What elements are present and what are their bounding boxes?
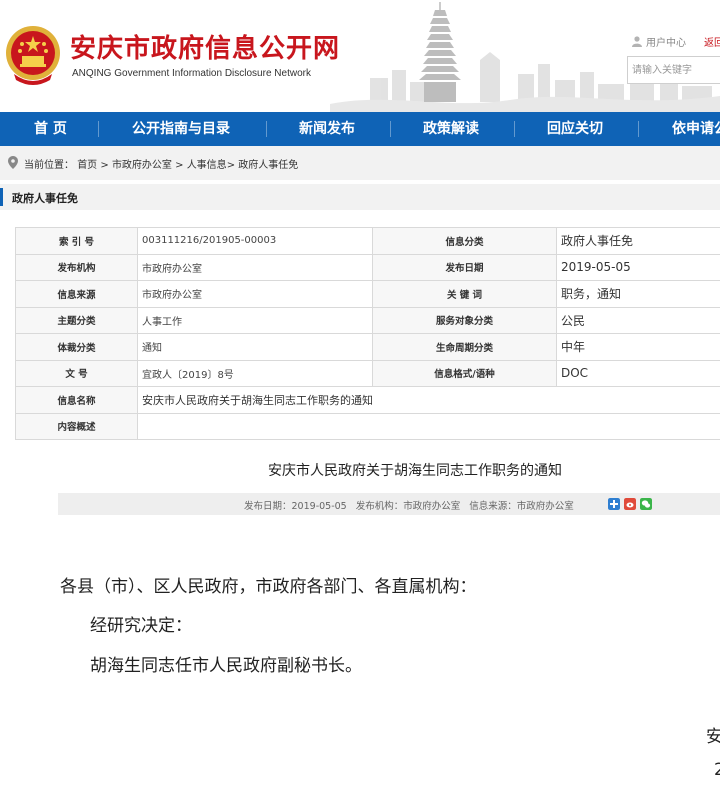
meta-date: 发布日期：2019-05-05: [244, 501, 347, 512]
label-content-summary: 内容概述: [15, 412, 138, 440]
value-genre-category: 通知: [137, 333, 373, 361]
signature-date: 2: [714, 760, 720, 780]
label-audience-category: 服务对象分类: [372, 306, 557, 334]
meta-org-value: 市政府办公室: [403, 501, 461, 512]
breadcrumb-current[interactable]: 政府人事任免: [238, 160, 298, 171]
label-document-number: 文 号: [15, 359, 138, 387]
breadcrumb-prefix: 当前位置：: [24, 160, 74, 171]
article-paragraph-appointment: 胡海生同志任市人民政府副秘书长。: [90, 656, 362, 676]
meta-org-label: 发布机构：: [355, 501, 404, 512]
meta-source-value: 市政府办公室: [516, 501, 574, 512]
weibo-icon[interactable]: [624, 498, 636, 510]
value-document-number: 宜政人〔2019〕8号: [137, 359, 373, 387]
article-paragraph-decision: 经研究决定：: [90, 616, 192, 636]
table-row: 体裁分类 通知 生命周期分类 中年: [15, 333, 720, 361]
article-meta: 发布日期：2019-05-05 发布机构：市政府办公室 信息来源：市政府办公室: [244, 498, 583, 512]
site-title: 安庆市政府信息公开网: [70, 34, 341, 64]
breadcrumb-personnel[interactable]: 人事信息: [187, 160, 227, 171]
article-title: 安庆市人民政府关于胡海生同志工作职务的通知: [268, 463, 562, 479]
back-link[interactable]: 返回: [704, 34, 720, 49]
nav-item-news[interactable]: 新闻发布: [299, 112, 355, 146]
value-info-category: 政府人事任免: [556, 227, 720, 255]
location-pin-icon: [8, 156, 18, 169]
share-plus-icon[interactable]: [608, 498, 620, 510]
value-format-language: DOC: [556, 359, 720, 387]
nav-separator: [514, 121, 515, 137]
label-info-source: 信息来源: [15, 280, 138, 308]
label-lifecycle-category: 生命周期分类: [372, 333, 557, 361]
meta-date-value: 2019-05-05: [291, 501, 347, 512]
site-subtitle-en: ANQING Government Information Disclosure…: [72, 68, 311, 79]
wechat-icon[interactable]: [640, 498, 652, 510]
label-format-language: 信息格式/语种: [372, 359, 557, 387]
nav-item-home[interactable]: 首 页: [34, 112, 67, 146]
meta-source: 信息来源：市政府办公室: [469, 501, 574, 512]
nav-separator: [266, 121, 267, 137]
table-row: 信息名称 安庆市人民政府关于胡海生同志工作职务的通知: [15, 386, 720, 414]
nav-separator: [390, 121, 391, 137]
label-topic-category: 主题分类: [15, 306, 138, 334]
label-index-number: 索 引 号: [15, 227, 138, 255]
table-row: 文 号 宜政人〔2019〕8号 信息格式/语种 DOC: [15, 359, 720, 387]
value-publisher: 市政府办公室: [137, 253, 373, 281]
nav-item-responses[interactable]: 回应关切: [547, 112, 603, 146]
breadcrumb-office[interactable]: 市政府办公室: [112, 160, 172, 171]
meta-date-label: 发布日期：: [244, 501, 292, 512]
value-index-number: 003111216/201905-00003: [137, 227, 373, 255]
breadcrumb: 当前位置： 首页 > 市政府办公室 > 人事信息> 政府人事任免: [24, 160, 299, 171]
info-table: 索 引 号 003111216/201905-00003 信息分类 政府人事任免…: [15, 227, 720, 440]
site-header: 安庆市政府信息公开网 ANQING Government Information…: [0, 0, 720, 112]
national-emblem-icon: [6, 26, 60, 85]
breadcrumb-home[interactable]: 首页: [77, 160, 97, 171]
value-info-source: 市政府办公室: [137, 280, 373, 308]
user-center-label: 用户中心: [646, 38, 686, 49]
nav-item-policy-interpretation[interactable]: 政策解读: [423, 112, 479, 146]
meta-org: 发布机构：市政府办公室: [356, 501, 461, 512]
signature-org: 安: [706, 727, 720, 747]
value-publish-date: 2019-05-05: [556, 253, 720, 281]
value-info-name: 安庆市人民政府关于胡海生同志工作职务的通知: [137, 386, 720, 414]
breadcrumb-bar: 当前位置： 首页 > 市政府办公室 > 人事信息> 政府人事任免: [0, 146, 720, 180]
label-genre-category: 体裁分类: [15, 333, 138, 361]
label-publish-date: 发布日期: [372, 253, 557, 281]
user-center-link[interactable]: 用户中心: [632, 34, 686, 49]
nav-item-guide-catalog[interactable]: 公开指南与目录: [132, 112, 230, 146]
nav-separator: [638, 121, 639, 137]
value-keywords: 职务，通知: [556, 280, 720, 308]
table-row: 内容概述: [15, 412, 720, 440]
section-header: 政府人事任免: [0, 184, 720, 210]
section-title: 政府人事任免: [12, 192, 78, 205]
nav-item-application-disclosure[interactable]: 依申请公开: [672, 112, 720, 146]
value-content-summary: [137, 412, 720, 440]
table-row: 索 引 号 003111216/201905-00003 信息分类 政府人事任免: [15, 227, 720, 255]
article-paragraph-addressee: 各县（市）、区人民政府，市政府各部门、各直属机构：: [60, 577, 477, 597]
value-topic-category: 人事工作: [137, 306, 373, 334]
value-audience-category: 公民: [556, 306, 720, 334]
user-icon: [632, 36, 642, 47]
meta-source-label: 信息来源：: [469, 501, 517, 512]
table-row: 信息来源 市政府办公室 关 键 词 职务，通知: [15, 280, 720, 308]
search-input[interactable]: [627, 56, 720, 84]
label-keywords: 关 键 词: [372, 280, 557, 308]
value-lifecycle-category: 中年: [556, 333, 720, 361]
label-info-category: 信息分类: [372, 227, 557, 255]
label-publisher: 发布机构: [15, 253, 138, 281]
table-row: 主题分类 人事工作 服务对象分类 公民: [15, 306, 720, 334]
article-meta-bar: 发布日期：2019-05-05 发布机构：市政府办公室 信息来源：市政府办公室: [58, 493, 720, 515]
nav-separator: [98, 121, 99, 137]
section-accent-bar: [0, 188, 3, 206]
main-nav: 首 页 公开指南与目录 新闻发布 政策解读 回应关切 依申请公开: [0, 112, 720, 146]
label-info-name: 信息名称: [15, 386, 138, 414]
table-row: 发布机构 市政府办公室 发布日期 2019-05-05: [15, 253, 720, 281]
